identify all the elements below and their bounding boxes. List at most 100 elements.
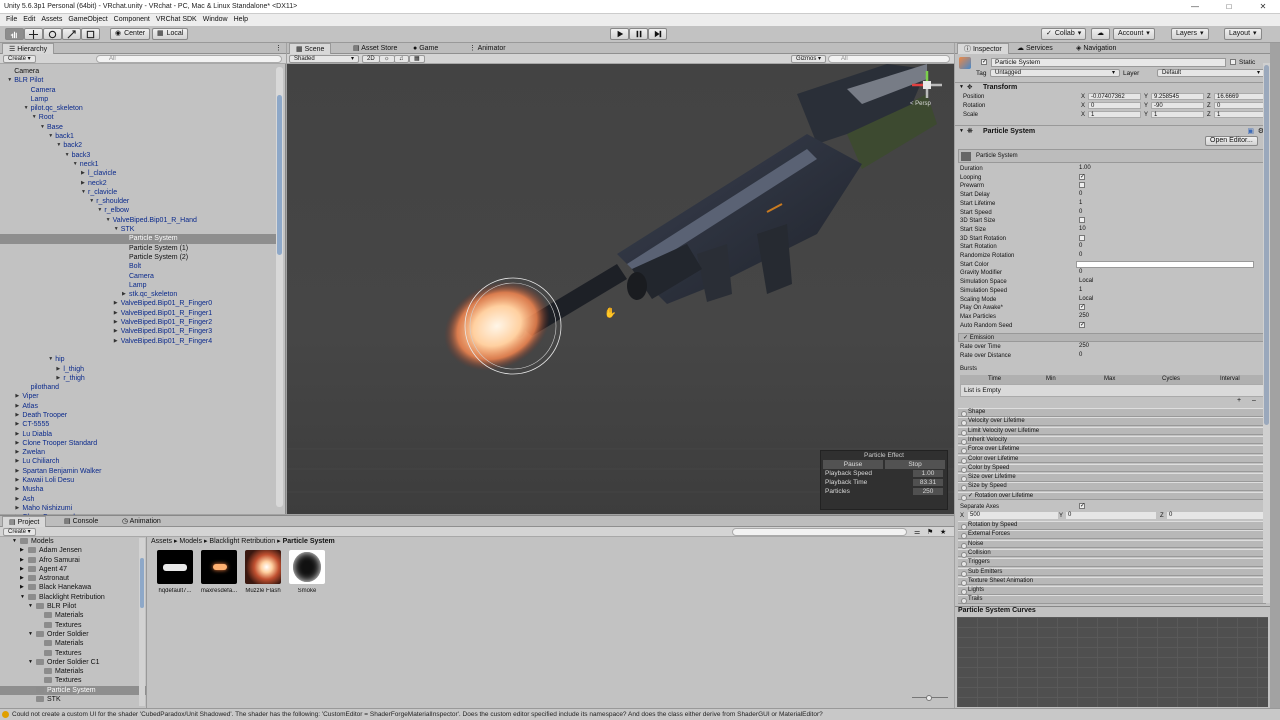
expand-down-icon[interactable]: ▼ bbox=[114, 225, 119, 234]
menu-vrchat-sdk[interactable]: VRChat SDK bbox=[156, 14, 197, 26]
x-field[interactable]: 500 bbox=[968, 512, 1058, 519]
menu-assets[interactable]: Assets bbox=[41, 14, 62, 26]
rect-tool-icon[interactable] bbox=[81, 28, 100, 40]
layer-dropdown[interactable]: Default ▾ bbox=[1157, 69, 1265, 77]
hierarchy-item[interactable]: ▼ back1 bbox=[0, 132, 276, 141]
icon-size-slider[interactable] bbox=[912, 695, 948, 701]
expand-down-icon[interactable]: ▼ bbox=[48, 355, 53, 364]
expand-down-icon[interactable]: ▼ bbox=[65, 151, 70, 160]
tab-project[interactable]: ▤ Project bbox=[2, 516, 47, 527]
maximize-icon[interactable]: □ bbox=[1212, 0, 1246, 14]
project-folder-item[interactable]: STK bbox=[0, 695, 146, 704]
expand-right-icon[interactable]: ▶ bbox=[15, 495, 19, 504]
module-header[interactable]: Color over Lifetime bbox=[958, 454, 1266, 464]
module-header[interactable]: Inherit Velocity bbox=[958, 435, 1266, 445]
lighting-toggle-icon[interactable]: ☼ bbox=[379, 55, 395, 63]
rotation-x-field[interactable]: 0 bbox=[1088, 102, 1141, 109]
hierarchy-item[interactable]: ▶ Viper bbox=[0, 392, 276, 401]
scrollbar-thumb[interactable] bbox=[1264, 65, 1269, 425]
scrollbar-thumb[interactable] bbox=[140, 558, 144, 608]
expand-right-icon[interactable]: ▶ bbox=[114, 327, 118, 336]
module-header[interactable]: Lights bbox=[958, 586, 1266, 595]
property-field[interactable]: Local bbox=[1076, 278, 1264, 286]
hierarchy-item[interactable]: Camera bbox=[0, 67, 276, 76]
module-header[interactable]: Noise bbox=[958, 539, 1266, 549]
position-x-field[interactable]: -0.07407362 bbox=[1088, 93, 1141, 100]
property-field[interactable]: 0 bbox=[1076, 209, 1264, 217]
active-checkbox[interactable]: ✓ bbox=[981, 59, 987, 65]
remove-burst-icon[interactable]: – bbox=[1252, 397, 1256, 404]
tab-inspector[interactable]: ⓘ Inspector bbox=[957, 43, 1009, 54]
close-icon[interactable]: ✕ bbox=[1246, 0, 1280, 14]
hierarchy-item[interactable]: ▼ r_elbow bbox=[0, 206, 276, 215]
property-field[interactable]: 0 bbox=[1076, 252, 1264, 260]
expand-right-icon[interactable]: ▶ bbox=[15, 439, 19, 448]
breadcrumb-assets[interactable]: Assets bbox=[151, 538, 172, 545]
module-header[interactable]: Color by Speed bbox=[958, 463, 1266, 473]
rate-over-time-field[interactable]: 250 bbox=[1076, 343, 1264, 351]
hierarchy-item[interactable]: ▶ stk.qc_skeleton bbox=[0, 290, 276, 299]
emission-module-header[interactable]: ✓ Emission bbox=[958, 333, 1266, 342]
module-header[interactable]: Triggers bbox=[958, 558, 1266, 567]
module-header[interactable]: External Forces bbox=[958, 530, 1266, 539]
inspector-scrollbar[interactable] bbox=[1263, 63, 1270, 603]
hierarchy-item[interactable]: ▶ Lu Diabla bbox=[0, 430, 276, 439]
expand-down-icon[interactable]: ▼ bbox=[28, 658, 33, 667]
expand-right-icon[interactable]: ▶ bbox=[15, 467, 19, 476]
expand-right-icon[interactable]: ▶ bbox=[15, 504, 19, 513]
playback-speed-field[interactable]: 1.00 bbox=[913, 470, 943, 477]
menu-gameobject[interactable]: GameObject bbox=[68, 14, 107, 26]
stop-effect-button[interactable]: Stop bbox=[885, 460, 945, 469]
expand-right-icon[interactable]: ▶ bbox=[81, 169, 85, 178]
help-icon[interactable]: ▣ bbox=[1247, 127, 1254, 135]
module-header[interactable]: Rotation by Speed bbox=[958, 521, 1266, 530]
expand-down-icon[interactable]: ▼ bbox=[106, 216, 111, 225]
project-folder-item[interactable]: ▼ Models bbox=[0, 537, 146, 546]
hierarchy-item[interactable]: ▼ Root bbox=[0, 113, 276, 122]
transform-header[interactable]: ▼ ✥ Transform bbox=[955, 82, 1270, 92]
create-dropdown[interactable]: Create ▾ bbox=[3, 55, 36, 63]
hierarchy-item[interactable]: ▼ back2 bbox=[0, 141, 276, 150]
breadcrumb-particle-system[interactable]: Particle System bbox=[283, 538, 335, 545]
hierarchy-item[interactable]: Camera bbox=[0, 86, 276, 95]
project-folder-item[interactable]: ▶ Black Hanekawa bbox=[0, 583, 146, 592]
hierarchy-item[interactable]: ▶ Zwelan bbox=[0, 448, 276, 457]
expand-right-icon[interactable]: ▶ bbox=[15, 485, 19, 494]
expand-down-icon[interactable]: ▼ bbox=[24, 104, 29, 113]
project-folder-item[interactable]: ▶ Afro Samurai bbox=[0, 556, 146, 565]
hierarchy-item[interactable]: ▶ Ash bbox=[0, 495, 276, 504]
hierarchy-item[interactable]: Lamp bbox=[0, 95, 276, 104]
menu-component[interactable]: Component bbox=[114, 14, 150, 26]
property-checkbox[interactable]: ✓ bbox=[1079, 321, 1085, 328]
expand-right-icon[interactable]: ▶ bbox=[15, 476, 19, 485]
expand-down-icon[interactable]: ▼ bbox=[56, 141, 61, 150]
hierarchy-item[interactable]: ▶ Clone Trooper Standard bbox=[0, 439, 276, 448]
asset-hqdefault[interactable]: hqdefault7... bbox=[155, 550, 195, 594]
expand-right-icon[interactable]: ▶ bbox=[122, 290, 126, 299]
add-burst-icon[interactable]: + bbox=[1237, 397, 1241, 404]
hierarchy-item[interactable]: ▶ Spartan Benjamin Walker bbox=[0, 467, 276, 476]
module-header[interactable]: Size by Speed bbox=[958, 482, 1266, 491]
hierarchy-item[interactable]: ▼ STK bbox=[0, 225, 276, 234]
panel-menu-icon[interactable]: ⋮ bbox=[275, 44, 282, 52]
position-y-field[interactable]: 9.258545 bbox=[1151, 93, 1204, 100]
hierarchy-item[interactable]: ▶ Atlas bbox=[0, 402, 276, 411]
expand-right-icon[interactable]: ▶ bbox=[20, 565, 24, 574]
hierarchy-item[interactable]: ▼ hip bbox=[0, 355, 276, 364]
project-folder-item[interactable]: ▶ Agent 47 bbox=[0, 565, 146, 574]
tab-navigation[interactable]: ◈ Navigation bbox=[1070, 43, 1122, 54]
layout-dropdown[interactable]: Layout ▾ bbox=[1224, 28, 1262, 40]
expand-down-icon[interactable]: ▼ bbox=[32, 113, 37, 122]
property-checkbox[interactable]: ✓ bbox=[1079, 304, 1085, 311]
expand-down-icon[interactable]: ▼ bbox=[28, 630, 33, 639]
menu-edit[interactable]: Edit bbox=[23, 14, 35, 26]
scrollbar-thumb[interactable] bbox=[277, 95, 282, 255]
scene-viewport[interactable]: ✋ < Persp Particle Effect Pause Stop Pla… bbox=[287, 64, 954, 514]
move-tool-icon[interactable] bbox=[24, 28, 43, 40]
expand-right-icon[interactable]: ▶ bbox=[114, 318, 118, 327]
gizmos-dropdown[interactable]: Gizmos ▾ bbox=[791, 55, 827, 63]
property-field[interactable]: 0 bbox=[1076, 243, 1264, 251]
hierarchy-item[interactable]: ▼ pilot.qc_skeleton bbox=[0, 104, 276, 113]
start-color-swatch[interactable] bbox=[1076, 260, 1254, 269]
shading-mode-dropdown[interactable]: Shaded ▾ bbox=[289, 55, 359, 63]
